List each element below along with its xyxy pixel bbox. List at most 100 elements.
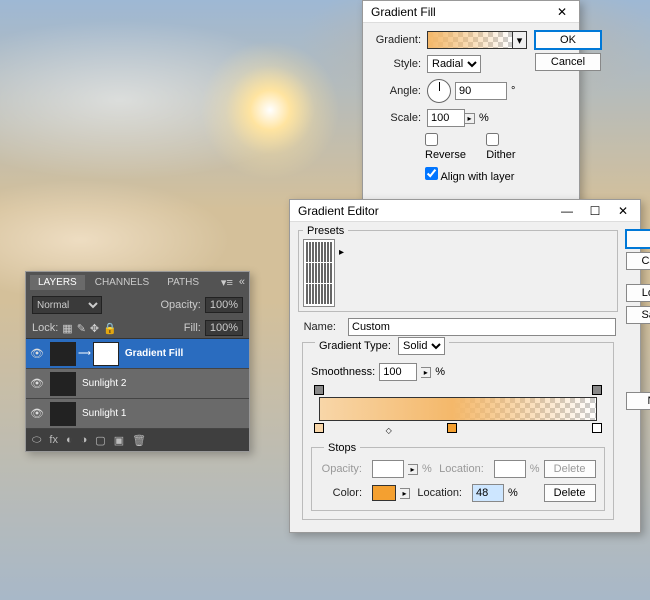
load-button[interactable]: Load... bbox=[626, 284, 650, 302]
reverse-checkbox[interactable]: Reverse bbox=[425, 133, 476, 161]
color-stop[interactable] bbox=[314, 423, 324, 433]
preset-swatch[interactable] bbox=[318, 284, 320, 304]
preset-swatch[interactable] bbox=[312, 263, 314, 283]
preset-swatch[interactable] bbox=[309, 263, 311, 283]
panel-menu-icon[interactable]: ▾≡ bbox=[221, 276, 233, 289]
fill-value[interactable]: 100% bbox=[205, 320, 243, 336]
ok-button[interactable]: OK bbox=[626, 230, 650, 248]
scale-input[interactable] bbox=[427, 109, 465, 127]
opacity-stop-row[interactable] bbox=[319, 381, 597, 395]
trash-icon[interactable]: 🗑 bbox=[132, 434, 146, 447]
smoothness-input[interactable] bbox=[379, 363, 417, 381]
preset-swatch[interactable] bbox=[330, 284, 332, 304]
preset-swatch[interactable] bbox=[321, 284, 323, 304]
lock-all-icon[interactable]: 🔒 bbox=[103, 322, 117, 335]
preset-swatch[interactable] bbox=[306, 242, 308, 262]
new-layer-icon[interactable]: ▣ bbox=[114, 434, 124, 447]
color-stop[interactable] bbox=[592, 423, 602, 433]
color-stop[interactable] bbox=[447, 423, 457, 433]
color-stop-row[interactable]: ◇ bbox=[319, 423, 597, 437]
preset-swatch[interactable] bbox=[306, 284, 308, 304]
collapse-icon[interactable]: « bbox=[239, 276, 245, 288]
titlebar[interactable]: Gradient Editor — ☐ ✕ bbox=[290, 200, 640, 222]
close-icon[interactable]: ✕ bbox=[610, 202, 636, 220]
tab-channels[interactable]: CHANNELS bbox=[87, 275, 157, 290]
preset-swatch[interactable] bbox=[324, 284, 326, 304]
lock-position-icon[interactable]: ✥ bbox=[90, 322, 99, 335]
preset-swatch[interactable] bbox=[318, 263, 320, 283]
opacity-value[interactable]: 100% bbox=[205, 297, 243, 313]
maximize-icon[interactable]: ☐ bbox=[582, 202, 608, 220]
ok-button[interactable]: OK bbox=[535, 31, 601, 49]
preset-swatch[interactable] bbox=[321, 263, 323, 283]
angle-dial[interactable] bbox=[427, 79, 451, 103]
preset-swatch[interactable] bbox=[324, 263, 326, 283]
chevron-down-icon[interactable]: ▾ bbox=[512, 32, 526, 48]
midpoint-icon[interactable]: ◇ bbox=[386, 426, 392, 435]
visibility-icon[interactable]: 👁 bbox=[26, 347, 48, 360]
layer-thumb[interactable] bbox=[50, 402, 76, 426]
link-icon[interactable]: ⬭ bbox=[32, 434, 41, 447]
adjustment-icon[interactable]: ◑ bbox=[81, 434, 88, 446]
minimize-icon[interactable]: — bbox=[554, 202, 580, 220]
layer-thumb[interactable] bbox=[50, 372, 76, 396]
preset-swatch[interactable] bbox=[315, 263, 317, 283]
style-select[interactable]: Radial bbox=[427, 55, 481, 73]
preset-swatch[interactable] bbox=[312, 284, 314, 304]
preset-swatch[interactable] bbox=[324, 242, 326, 262]
angle-input[interactable] bbox=[455, 82, 507, 100]
color-location-input[interactable] bbox=[472, 484, 504, 502]
gradient-type-select[interactable]: Solid bbox=[398, 337, 445, 355]
gradient-ramp[interactable] bbox=[319, 397, 597, 421]
preset-swatch[interactable] bbox=[312, 242, 314, 262]
preset-swatch[interactable] bbox=[315, 242, 317, 262]
color-swatch[interactable] bbox=[372, 485, 396, 501]
layer-name[interactable]: Gradient Fill bbox=[121, 348, 183, 359]
layer-mask[interactable] bbox=[93, 342, 119, 366]
lock-transparency-icon[interactable]: ▦ bbox=[62, 322, 72, 335]
preset-swatch[interactable] bbox=[309, 242, 311, 262]
layer-name[interactable]: Sunlight 1 bbox=[78, 408, 126, 419]
cancel-button[interactable]: Cancel bbox=[535, 53, 601, 71]
layer-row[interactable]: 👁 Sunlight 2 bbox=[26, 369, 249, 399]
preset-menu-icon[interactable]: ▸ bbox=[339, 247, 344, 307]
titlebar[interactable]: Gradient Fill ✕ bbox=[363, 1, 579, 23]
align-checkbox[interactable]: Align with layer bbox=[425, 167, 514, 183]
cancel-button[interactable]: Cancel bbox=[626, 252, 650, 270]
preset-swatch[interactable] bbox=[321, 242, 323, 262]
preset-swatch[interactable] bbox=[327, 263, 329, 283]
preset-swatch[interactable] bbox=[309, 284, 311, 304]
smoothness-spinner[interactable]: ▸ bbox=[421, 367, 431, 378]
lock-paint-icon[interactable]: ✎ bbox=[77, 322, 86, 335]
preset-swatch[interactable] bbox=[315, 284, 317, 304]
gradient-swatch[interactable]: ▾ bbox=[427, 31, 527, 49]
layer-thumb[interactable] bbox=[50, 342, 76, 366]
fx-icon[interactable]: fx bbox=[49, 434, 58, 446]
visibility-icon[interactable]: 👁 bbox=[26, 377, 48, 390]
layer-row[interactable]: 👁 ⟶ Gradient Fill bbox=[26, 339, 249, 369]
dither-checkbox[interactable]: Dither bbox=[486, 133, 527, 161]
opacity-stop[interactable] bbox=[314, 385, 324, 395]
preset-swatch[interactable] bbox=[306, 263, 308, 283]
preset-swatch[interactable] bbox=[330, 263, 332, 283]
preset-swatch[interactable] bbox=[318, 242, 320, 262]
preset-swatch[interactable] bbox=[327, 242, 329, 262]
new-button[interactable]: New bbox=[626, 392, 650, 410]
preset-swatch[interactable] bbox=[327, 284, 329, 304]
color-dropdown-icon[interactable]: ▸ bbox=[400, 488, 410, 499]
tab-layers[interactable]: LAYERS bbox=[30, 275, 85, 290]
tab-paths[interactable]: PATHS bbox=[159, 275, 207, 290]
blend-mode-select[interactable]: Normal bbox=[32, 296, 102, 314]
preset-swatch[interactable] bbox=[330, 242, 332, 262]
name-input[interactable] bbox=[348, 318, 616, 336]
close-icon[interactable]: ✕ bbox=[549, 3, 575, 21]
mask-icon[interactable]: ◐ bbox=[66, 434, 73, 446]
layer-row[interactable]: 👁 Sunlight 1 bbox=[26, 399, 249, 429]
opacity-stop[interactable] bbox=[592, 385, 602, 395]
save-button[interactable]: Save... bbox=[626, 306, 650, 324]
layer-name[interactable]: Sunlight 2 bbox=[78, 378, 126, 389]
visibility-icon[interactable]: 👁 bbox=[26, 407, 48, 420]
folder-icon[interactable]: ▢ bbox=[95, 434, 105, 447]
scale-spinner[interactable]: ▸ bbox=[465, 113, 475, 124]
delete-color-stop-button[interactable]: Delete bbox=[544, 484, 596, 502]
